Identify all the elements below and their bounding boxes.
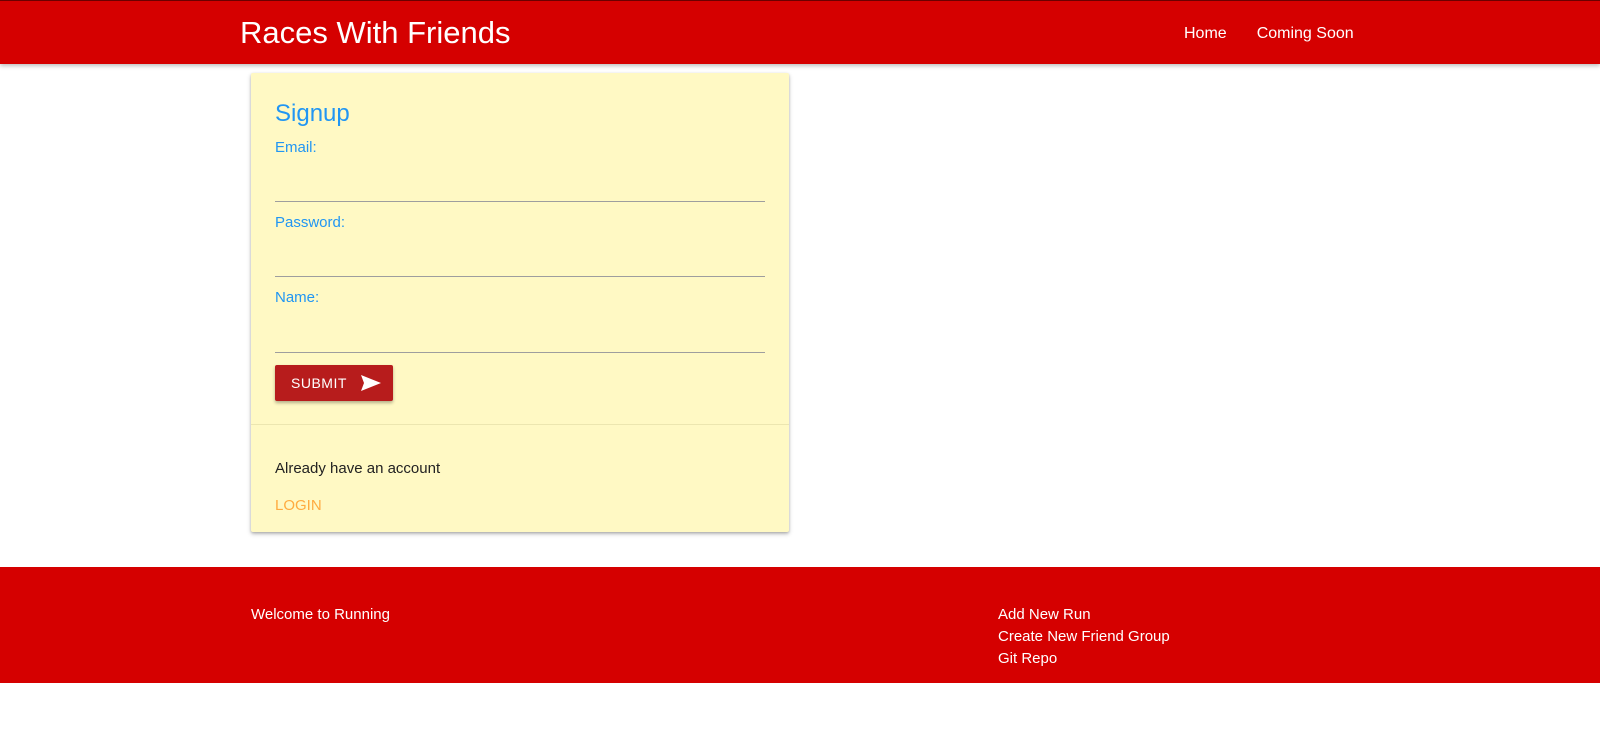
account-prompt: Already have an account xyxy=(275,460,441,477)
top-navbar: Races With Friends Home Coming Soon xyxy=(0,0,1600,64)
login-link[interactable]: LOGIN xyxy=(275,497,322,514)
submit-button-label: SUBMIT xyxy=(291,375,347,391)
footer-link-git-repo[interactable]: Git Repo xyxy=(998,649,1170,668)
email-label: Email: xyxy=(275,139,317,156)
submit-button[interactable]: SUBMIT xyxy=(275,365,393,401)
name-field[interactable] xyxy=(275,327,765,353)
nav-links: Home Coming Soon xyxy=(1184,23,1354,45)
name-label: Name: xyxy=(275,289,320,306)
signup-title: Signup xyxy=(275,100,350,127)
footer-link-add-new-run[interactable]: Add New Run xyxy=(998,605,1170,624)
card-divider xyxy=(251,424,789,425)
nav-link-home[interactable]: Home xyxy=(1184,23,1227,45)
page-footer: Welcome to Running Add New Run Create Ne… xyxy=(0,567,1600,683)
brand-logo-link[interactable]: Races With Friends xyxy=(240,15,510,51)
password-label: Password: xyxy=(275,214,346,231)
signup-card: Signup Email: Password: Name: SUBMIT Alr… xyxy=(251,73,789,532)
password-field[interactable] xyxy=(275,251,765,277)
nav-link-coming-soon[interactable]: Coming Soon xyxy=(1257,23,1354,45)
send-icon xyxy=(360,375,381,391)
email-field[interactable] xyxy=(275,176,765,202)
footer-links: Add New Run Create New Friend Group Git … xyxy=(998,605,1170,668)
footer-link-create-friend-group[interactable]: Create New Friend Group xyxy=(998,627,1170,646)
footer-welcome-text: Welcome to Running xyxy=(251,606,390,623)
